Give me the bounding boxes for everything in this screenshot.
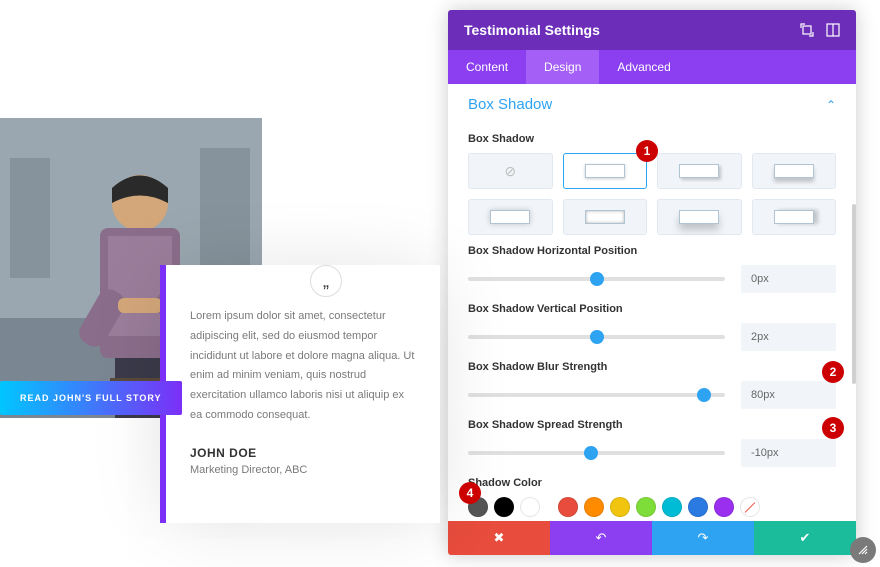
cta-button[interactable]: READ JOHN'S FULL STORY	[0, 381, 182, 415]
panel-header: Testimonial Settings	[448, 10, 856, 50]
h-value[interactable]: 0px	[741, 265, 836, 293]
v-label: Box Shadow Vertical Position	[468, 303, 836, 315]
annotation-4: 4	[459, 482, 481, 504]
redo-button[interactable]: ↷	[652, 521, 754, 555]
quote-icon: „	[310, 265, 342, 297]
swatch-none[interactable]	[740, 497, 760, 517]
resize-handle[interactable]	[850, 537, 876, 563]
section-toggle[interactable]: Box Shadow ⌃	[468, 92, 836, 123]
h-slider[interactable]	[468, 277, 725, 281]
chevron-up-icon: ⌃	[826, 98, 836, 112]
panel-footer: ✖ ↶ ↷ ✔	[448, 521, 856, 555]
blur-label: Box Shadow Blur Strength	[468, 361, 836, 373]
color-label: Shadow Color	[468, 477, 836, 489]
swatch-orange[interactable]	[584, 497, 604, 517]
swatch-black[interactable]	[494, 497, 514, 517]
tab-advanced[interactable]: Advanced	[599, 50, 688, 84]
preset-7[interactable]	[752, 199, 837, 235]
author-job: Marketing Director, ABC	[190, 464, 416, 476]
section-title-text: Box Shadow	[468, 96, 552, 113]
blur-value[interactable]: 80px	[741, 381, 836, 409]
preset-1[interactable]	[563, 153, 648, 189]
swatch-blue[interactable]	[688, 497, 708, 517]
swatch-green[interactable]	[636, 497, 656, 517]
spread-slider[interactable]	[468, 451, 725, 455]
snap-icon[interactable]	[826, 23, 840, 37]
v-value[interactable]: 2px	[741, 323, 836, 351]
preset-none[interactable]: ⊘	[468, 153, 553, 189]
swatch-purple[interactable]	[714, 497, 734, 517]
preset-5[interactable]	[563, 199, 648, 235]
testimonial-body: Lorem ipsum dolor sit amet, consectetur …	[190, 307, 416, 426]
tab-content[interactable]: Content	[448, 50, 526, 84]
annotation-2: 2	[822, 361, 844, 383]
preset-3[interactable]	[752, 153, 837, 189]
v-slider[interactable]	[468, 335, 725, 339]
close-button[interactable]: ✖	[448, 521, 550, 555]
swatch-white[interactable]	[520, 497, 540, 517]
settings-panel: Testimonial Settings Content Design Adva…	[448, 10, 856, 555]
swatch-yellow[interactable]	[610, 497, 630, 517]
preset-2[interactable]	[657, 153, 742, 189]
spread-value[interactable]: -10px	[741, 439, 836, 467]
annotation-1: 1	[636, 140, 658, 162]
blur-slider[interactable]	[468, 393, 725, 397]
save-button[interactable]: ✔	[754, 521, 856, 555]
redo-icon: ↷	[698, 530, 709, 546]
panel-title: Testimonial Settings	[464, 22, 788, 38]
preset-6[interactable]	[657, 199, 742, 235]
undo-icon: ↶	[596, 530, 607, 546]
h-label: Box Shadow Horizontal Position	[468, 245, 836, 257]
testimonial-card: Lorem ipsum dolor sit amet, consectetur …	[160, 265, 440, 523]
spread-label: Box Shadow Spread Strength	[468, 419, 836, 431]
author-name: JOHN DOE	[190, 446, 416, 460]
shadow-presets: ⊘	[468, 153, 836, 235]
color-palette	[468, 497, 836, 517]
close-icon: ✖	[494, 530, 505, 546]
testimonial-preview: READ JOHN'S FULL STORY „ Lorem ipsum dol…	[0, 118, 430, 538]
swatch-cyan[interactable]	[662, 497, 682, 517]
annotation-3: 3	[822, 417, 844, 439]
check-icon: ✔	[800, 530, 811, 546]
tabs: Content Design Advanced	[448, 50, 856, 84]
undo-button[interactable]: ↶	[550, 521, 652, 555]
tab-design[interactable]: Design	[526, 50, 599, 84]
swatch-red[interactable]	[558, 497, 578, 517]
ban-icon: ⊘	[504, 163, 516, 180]
preset-4[interactable]	[468, 199, 553, 235]
expand-icon[interactable]	[800, 23, 814, 37]
